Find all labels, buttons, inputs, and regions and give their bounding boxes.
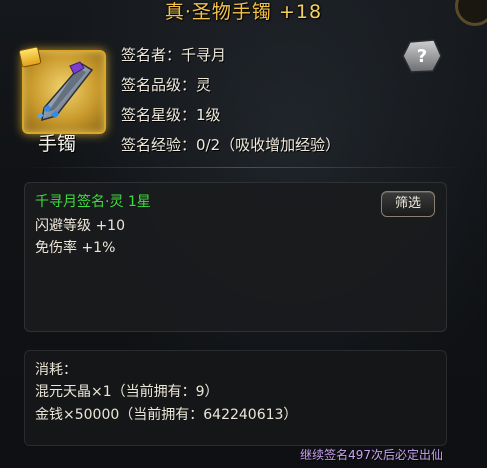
item-icon-frame — [18, 46, 106, 134]
item-name-label: 手镯 — [38, 133, 77, 155]
stat-dodge: 闪避等级 +10 — [35, 218, 125, 234]
signature-header: 千寻月签名·灵 1星 — [35, 194, 151, 210]
filter-button[interactable]: 筛选 — [381, 191, 435, 217]
info-signer: 签名者：千寻月 — [121, 46, 227, 64]
cost-box: 消耗： 混元天晶×1（当前拥有：9） 金钱×50000（当前拥有：6422406… — [24, 350, 447, 446]
item-tooltip-panel: 真·圣物手镯 +18 手镯 签名者：千寻月 签名品级：灵 签名星级：1级 签名经… — [0, 0, 487, 468]
svg-text:?: ? — [417, 46, 427, 67]
cost-crystal: 混元天晶×1（当前拥有：9） — [35, 384, 219, 400]
cost-header: 消耗： — [35, 362, 77, 378]
item-title-name: 真·圣物手镯 — [164, 1, 272, 23]
info-grade: 签名品级：灵 — [121, 76, 212, 94]
item-enhance-level: +18 — [278, 1, 323, 23]
info-star: 签名星级：1级 — [121, 106, 221, 124]
item-title: 真·圣物手镯 +18 — [0, 0, 487, 24]
bracelet-icon — [37, 61, 94, 122]
cost-money: 金钱×50000（当前拥有：642240613） — [35, 407, 298, 423]
section-divider — [22, 167, 467, 168]
signature-detail-box: 千寻月签名·灵 1星 筛选 闪避等级 +10 免伤率 +1% — [24, 182, 447, 332]
help-icon[interactable]: ? — [402, 38, 442, 74]
guarantee-footer-text: 继续签名497次后必定出仙 — [300, 448, 443, 462]
stat-damage-reduction: 免伤率 +1% — [35, 240, 116, 256]
info-exp: 签名经验：0/2（吸收增加经验） — [121, 136, 341, 154]
